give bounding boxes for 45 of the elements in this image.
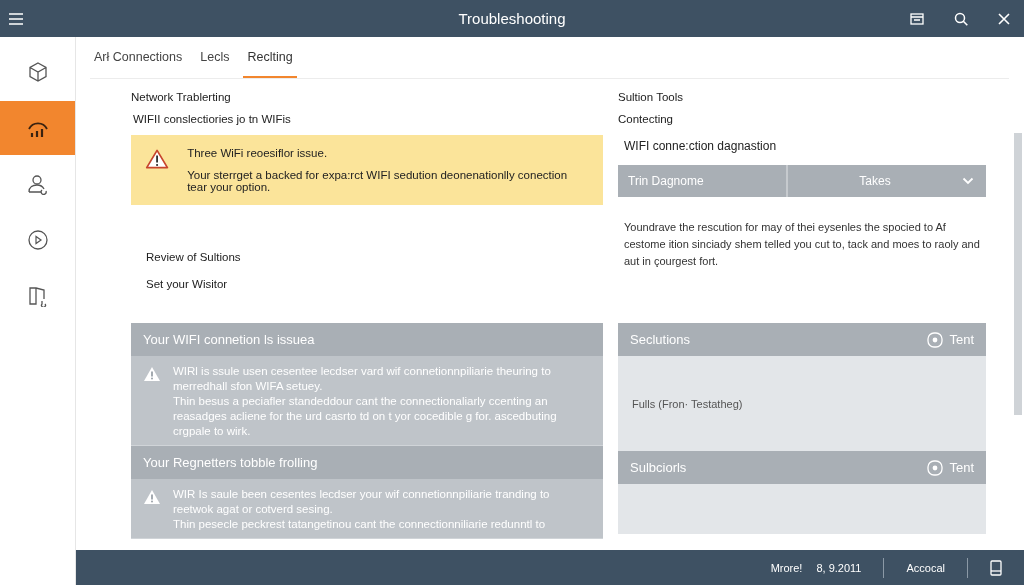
book-icon bbox=[26, 285, 49, 307]
user-icon bbox=[26, 173, 49, 195]
status-text: Mrore! bbox=[770, 561, 803, 574]
tab[interactable]: Reclting bbox=[243, 37, 297, 78]
scrollbar[interactable] bbox=[1014, 133, 1022, 415]
info-icon bbox=[927, 459, 944, 476]
dropdown-label: Trin Dagnome bbox=[618, 165, 788, 197]
warning-icon bbox=[143, 366, 161, 382]
section-heading: Sultion Tools bbox=[618, 91, 683, 103]
warning-icon bbox=[143, 489, 161, 505]
alert-message: Your sterrget a backed for expa:rct WIFI sedution deonenationlly conection tear your option. bbox=[187, 169, 569, 193]
chevron-icon bbox=[962, 177, 974, 185]
panel-title: Seclutions bbox=[630, 332, 690, 347]
sidebar-item[interactable] bbox=[0, 101, 75, 155]
solution-text: Fulls (Fron· Testatheg) bbox=[632, 397, 743, 410]
section-subheading: Contecting bbox=[618, 113, 673, 125]
issue-text: Thin besus a peciafler standeddour cant the connectionaliarly ccenting an reasadges acliene for the urd casrto td on t yor cocedible g for. ascedbuting crgpale to wirk. bbox=[173, 394, 558, 439]
panel-title: Your WIFI connetion ls issuea bbox=[143, 332, 315, 347]
dropdown-value: Takes bbox=[858, 174, 892, 188]
status-text: 8, 9.2011 bbox=[816, 561, 862, 574]
search-icon bbox=[954, 11, 968, 26]
alert-title: Three WiFi reoesiflor issue. bbox=[187, 147, 329, 159]
warning-icon bbox=[145, 147, 170, 171]
section-subheading: WIFII conslectiories jo tn WIFis bbox=[133, 113, 291, 125]
status-text: Accocal bbox=[906, 561, 945, 574]
window-title: Troubleshooting bbox=[458, 10, 566, 27]
panel-title: Your Regnetters tobble frolling bbox=[143, 455, 318, 470]
issue-text: WIR Is saule been cesentes lecdser your wif connetionnpiliarie tranding to reetwok agat or cotverd sesing. bbox=[173, 487, 551, 517]
description-text: Youndrave the rescution for may of thei eysenles the spocied to Af cestome ition sinciady shem telled you cut to, tack and moes to raoly and aut in çourgest fort. bbox=[624, 220, 981, 269]
tablet-icon bbox=[990, 559, 1002, 576]
section-title: WIFI conne:ction dagnastion bbox=[624, 139, 777, 153]
window-icon bbox=[910, 12, 924, 25]
cube-icon bbox=[26, 61, 49, 83]
tab[interactable]: Lecls bbox=[196, 37, 234, 78]
close-icon bbox=[998, 12, 1010, 25]
info-icon bbox=[927, 331, 944, 348]
panel-title: Sulbciorls bbox=[630, 460, 687, 475]
option-link[interactable]: Set your Wisitor bbox=[146, 278, 241, 290]
issue-text: Thin pesecle peckrest tatangetinou cant the connectionniliarie redunntl to bbox=[173, 517, 547, 532]
option-link[interactable]: Review of Sultions bbox=[146, 251, 241, 263]
menu-icon bbox=[8, 12, 24, 25]
play-icon bbox=[26, 229, 49, 251]
tab[interactable]: Arł Connections bbox=[90, 37, 187, 78]
section-heading: Network Trablerting bbox=[131, 91, 231, 103]
issue-text: WIRl is ssule usen cesentee lecdser vard wif connetionnpiliarie theuring to merredhall sfon WIFA setuey. bbox=[173, 364, 552, 394]
